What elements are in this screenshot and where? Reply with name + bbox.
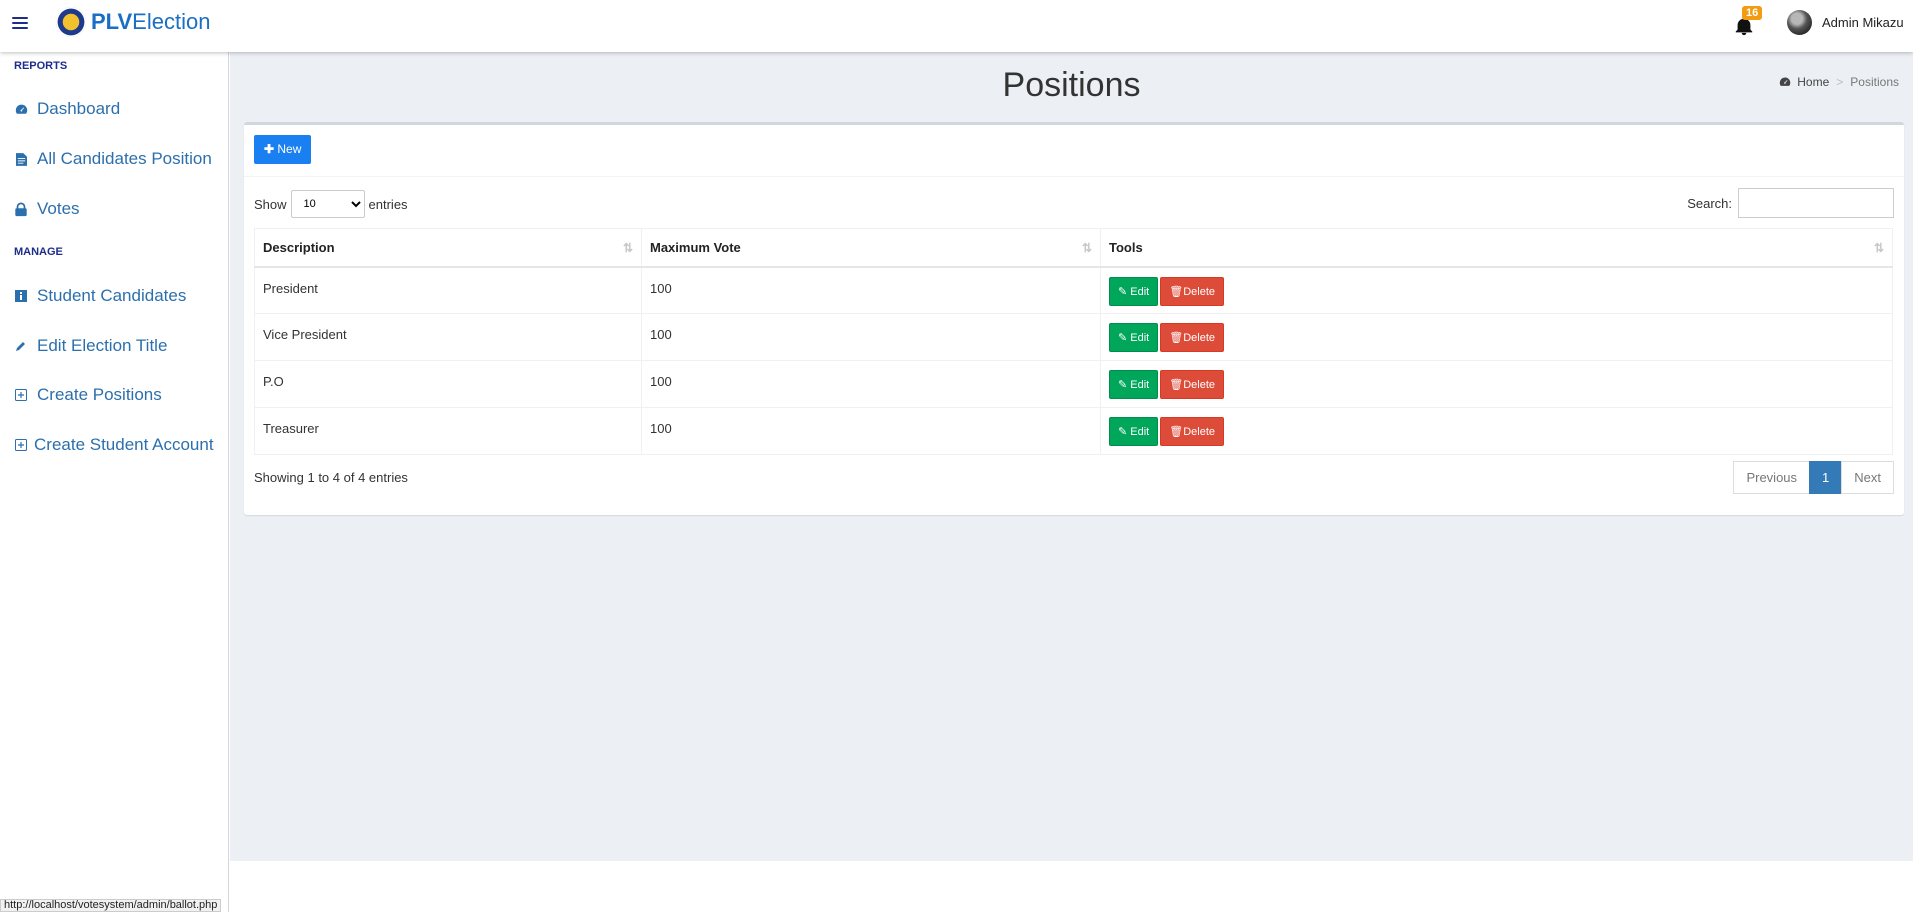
pagination-previous[interactable]: Previous (1733, 461, 1811, 494)
trash-icon: 🗑 (1169, 285, 1184, 298)
cell-tools: ✎ Edit 🗑Delete (1100, 360, 1893, 408)
table-row: Treasurer 100 ✎ Edit 🗑Delete (254, 407, 1893, 455)
search-label: Search: (1687, 195, 1732, 211)
edit-icon: ✎ (1118, 379, 1131, 391)
column-header-description[interactable]: Description ⇅ (254, 228, 642, 268)
new-position-button[interactable]: ✚ New (254, 135, 312, 164)
breadcrumb-current: Positions (1850, 75, 1899, 89)
sidebar-header-reports: REPORTS (14, 60, 68, 72)
edit-icon: ✎ (1118, 426, 1131, 438)
page-length-select[interactable]: 10 (290, 190, 365, 218)
table-row: President 100 ✎ Edit 🗑Delete (254, 266, 1893, 314)
cell-max-vote: 100 (641, 313, 1101, 361)
cell-description: Treasurer (254, 407, 642, 455)
edit-button[interactable]: ✎ Edit (1109, 370, 1159, 399)
sidebar-item-label: Create Positions (37, 385, 162, 404)
pencil-icon (14, 339, 28, 353)
edit-button[interactable]: ✎ Edit (1109, 323, 1159, 352)
page-length-control: Show 10 entries (254, 190, 408, 218)
top-navbar: PLVElection 16 Admin Mikazu (0, 0, 1913, 52)
page-title: Positions (1002, 66, 1141, 104)
edit-icon: ✎ (1118, 285, 1131, 298)
delete-button[interactable]: 🗑Delete (1160, 370, 1225, 399)
trash-icon: 🗑 (1169, 379, 1184, 391)
cell-max-vote: 100 (641, 407, 1101, 455)
cell-tools: ✎ Edit 🗑Delete (1100, 266, 1893, 314)
sidebar-item-label: Dashboard (37, 99, 121, 118)
sidebar-item-student-candidates[interactable]: Student Candidates (14, 286, 186, 306)
column-header-tools[interactable]: Tools ⇅ (1100, 228, 1893, 268)
plv-logo (56, 7, 86, 37)
menu-toggle-icon[interactable] (12, 14, 28, 30)
sidebar-item-votes[interactable]: Votes (14, 199, 80, 219)
info-icon (14, 289, 28, 303)
sidebar-item-label: Votes (37, 199, 80, 218)
brand-title[interactable]: PLVElection (91, 9, 210, 35)
cell-tools: ✎ Edit 🗑Delete (1100, 407, 1893, 455)
cell-description: President (254, 266, 642, 314)
search-input[interactable] (1738, 188, 1894, 218)
plus-icon: ✚ (264, 142, 278, 156)
sidebar-item-label: Student Candidates (37, 286, 187, 305)
delete-button[interactable]: 🗑Delete (1160, 417, 1225, 446)
pagination-page-1[interactable]: 1 (1809, 461, 1843, 494)
cell-max-vote: 100 (641, 266, 1101, 314)
sidebar-item-edit-election-title[interactable]: Edit Election Title (14, 336, 167, 356)
sidebar: REPORTS Dashboard All Candidates Positio… (0, 52, 229, 912)
cell-description: Vice President (254, 313, 642, 361)
table-info: Showing 1 to 4 of 4 entries (254, 470, 408, 485)
column-header-maximum-vote[interactable]: Maximum Vote ⇅ (641, 228, 1101, 268)
sidebar-item-all-candidates-position[interactable]: All Candidates Position (14, 149, 212, 169)
pagination-next[interactable]: Next (1841, 461, 1894, 494)
trash-icon: 🗑 (1169, 332, 1184, 344)
sidebar-item-label: Edit Election Title (37, 336, 168, 355)
notification-count-badge: 16 (1742, 6, 1763, 20)
dashboard-icon (1780, 77, 1791, 86)
user-avatar[interactable] (1787, 10, 1812, 35)
edit-icon: ✎ (1118, 332, 1131, 344)
entries-label: entries (368, 196, 408, 212)
sidebar-item-create-student-account[interactable]: Create Student Account (14, 435, 214, 455)
delete-button[interactable]: 🗑Delete (1160, 276, 1225, 306)
plus-square-icon (14, 388, 28, 402)
show-label: Show (254, 196, 287, 212)
edit-button[interactable]: ✎ Edit (1109, 276, 1159, 306)
lock-icon (14, 202, 28, 216)
table-row: P.O 100 ✎ Edit 🗑Delete (254, 360, 1893, 408)
breadcrumb-home-link[interactable]: Home (1797, 75, 1829, 89)
browser-status-url: http://localhost/votesystem/admin/ballot… (0, 899, 222, 912)
positions-table: Description ⇅ Maximum Vote ⇅ Tools ⇅ Presid… (254, 228, 1893, 455)
plus-square-icon (14, 438, 28, 452)
cell-max-vote: 100 (641, 360, 1101, 408)
table-search: Search: (1687, 188, 1894, 218)
sort-icon: ⇅ (622, 241, 633, 255)
sort-icon: ⇅ (1873, 241, 1884, 255)
sidebar-item-label: All Candidates Position (37, 149, 212, 168)
box-header: ✚ New (244, 125, 1904, 177)
sidebar-item-dashboard[interactable]: Dashboard (14, 99, 120, 119)
cell-description: P.O (254, 360, 642, 408)
file-icon (14, 152, 28, 166)
sort-icon: ⇅ (1081, 241, 1092, 255)
user-name[interactable]: Admin Mikazu (1822, 15, 1904, 30)
delete-button[interactable]: 🗑Delete (1160, 323, 1225, 352)
trash-icon: 🗑 (1169, 426, 1184, 438)
main-content: Positions Home > Positions ✚ New Show 10… (230, 52, 1913, 861)
edit-button[interactable]: ✎ Edit (1109, 417, 1159, 446)
pagination: Previous 1 Next (1733, 461, 1894, 494)
sidebar-header-manage: MANAGE (14, 246, 63, 258)
table-row: Vice President 100 ✎ Edit 🗑Delete (254, 313, 1893, 361)
breadcrumb-separator: > (1836, 75, 1844, 89)
dashboard-icon (14, 102, 28, 116)
sidebar-item-create-positions[interactable]: Create Positions (14, 385, 162, 405)
sidebar-item-label: Create Student Account (34, 435, 214, 454)
positions-box: ✚ New Show 10 entries Search: Descriptio… (244, 122, 1904, 515)
table-header-row: Description ⇅ Maximum Vote ⇅ Tools ⇅ (254, 228, 1893, 268)
breadcrumb: Home > Positions (1779, 75, 1899, 89)
cell-tools: ✎ Edit 🗑Delete (1100, 313, 1893, 361)
